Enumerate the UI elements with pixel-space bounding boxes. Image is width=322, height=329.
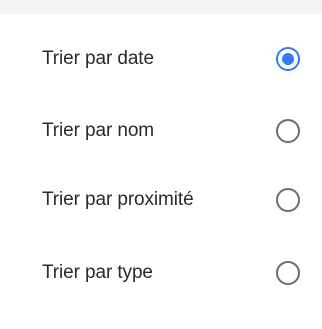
sort-option-name-radio[interactable] <box>276 119 300 143</box>
sort-options-menu: Trier par date Trier par nom Trier par p… <box>14 14 322 329</box>
sort-option-proximity-radio[interactable] <box>276 188 300 212</box>
sort-option-name[interactable]: Trier par nom <box>14 96 322 166</box>
sort-option-type-radio[interactable] <box>276 261 300 285</box>
sort-option-date-radio[interactable] <box>276 47 300 71</box>
sort-option-type[interactable]: Trier par type <box>14 238 322 308</box>
sort-option-name-label: Trier par nom <box>42 120 155 141</box>
sort-option-date-label: Trier par date <box>42 48 154 69</box>
top-strip <box>0 0 322 14</box>
radio-dot <box>282 53 294 65</box>
sort-option-type-label: Trier par type <box>42 262 153 283</box>
sort-option-date[interactable]: Trier par date <box>14 24 322 94</box>
sort-option-proximity[interactable]: Trier par proximité <box>14 165 322 235</box>
sort-option-proximity-label: Trier par proximité <box>42 189 194 210</box>
